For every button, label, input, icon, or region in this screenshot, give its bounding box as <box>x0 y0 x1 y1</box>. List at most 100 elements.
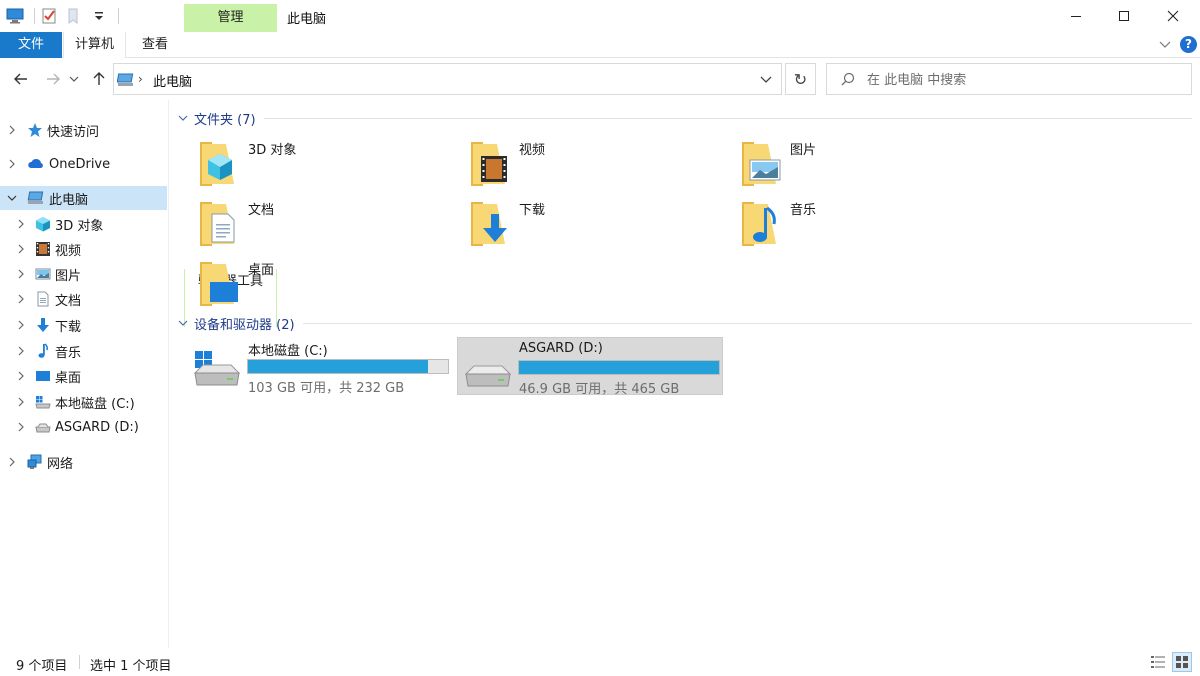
computer-icon <box>6 7 24 25</box>
drive-tile-d[interactable]: ASGARD (D:) 46.9 GB 可用，共 465 GB <box>457 337 723 397</box>
chevron-right-icon[interactable] <box>15 421 27 433</box>
sidebar-item-onedrive[interactable]: OneDrive <box>0 152 167 176</box>
drive-usage-fill <box>519 361 719 374</box>
maximize-button[interactable] <box>1101 0 1147 32</box>
tab-file[interactable]: 文件 <box>0 32 62 58</box>
system-drive-icon <box>191 351 243 387</box>
drive-name: ASGARD (D:) <box>519 341 603 356</box>
toolbar-divider <box>118 8 119 24</box>
group-header-drives[interactable]: 设备和驱动器 (2) <box>178 313 1192 333</box>
chevron-right-icon[interactable] <box>6 124 18 136</box>
film-icon <box>35 241 51 257</box>
window-title: 此电脑 <box>287 12 327 27</box>
address-history-button[interactable] <box>759 72 773 90</box>
sidebar-item-network[interactable]: 网络 <box>0 450 167 474</box>
chevron-right-icon[interactable] <box>15 293 27 305</box>
chevron-right-icon[interactable] <box>6 456 18 468</box>
folder-videos-icon <box>469 140 513 188</box>
navigation-pane: 快速访问 OneDrive 此电脑 3D 对象 视频 图片 文档 下载 音乐 桌… <box>0 100 169 648</box>
sidebar-item-videos[interactable]: 视频 <box>0 237 167 261</box>
chevron-down-icon[interactable] <box>178 316 192 331</box>
sidebar-item-music[interactable]: 音乐 <box>0 339 167 363</box>
sidebar-item-downloads[interactable]: 下载 <box>0 313 167 337</box>
sidebar-item-label: 视频 <box>55 243 82 259</box>
chevron-down-icon <box>69 76 79 82</box>
sidebar-item-documents[interactable]: 文档 <box>0 287 167 311</box>
arrow-left-icon <box>14 73 27 85</box>
chevron-down-icon <box>760 76 772 83</box>
drive-free-space: 103 GB 可用，共 232 GB <box>248 381 405 396</box>
expand-ribbon-button[interactable] <box>1158 38 1172 52</box>
recent-locations-button[interactable] <box>67 68 81 90</box>
network-icon <box>27 454 43 470</box>
selected-count: 选中 1 个项目 <box>90 659 172 674</box>
chevron-right-icon[interactable] <box>15 370 27 382</box>
folder-name: 视频 <box>519 143 546 158</box>
folder-tile-desktop[interactable]: 桌面 <box>198 256 274 312</box>
chevron-down-icon[interactable] <box>178 111 192 126</box>
minimize-icon <box>1071 16 1081 17</box>
chevron-right-icon[interactable] <box>6 158 18 170</box>
folder-name: 桌面 <box>248 263 275 278</box>
tab-view[interactable]: 查看 <box>131 32 179 58</box>
item-count: 9 个项目 <box>16 659 68 674</box>
folder-documents-icon <box>198 200 242 248</box>
chevron-right-icon[interactable] <box>15 319 27 331</box>
close-icon <box>1167 10 1179 22</box>
folder-name: 下载 <box>519 203 546 218</box>
search-input[interactable] <box>867 70 1177 90</box>
sidebar-item-this-pc[interactable]: 此电脑 <box>0 186 167 210</box>
minimize-button[interactable] <box>1053 0 1099 32</box>
sidebar-item-drive-c[interactable]: 本地磁盘 (C:) <box>0 390 167 414</box>
hard-drive-icon <box>35 419 51 435</box>
maximize-icon <box>1119 11 1129 21</box>
folder-tile-videos[interactable]: 视频 <box>469 136 545 192</box>
drive-free-space: 46.9 GB 可用，共 465 GB <box>519 382 680 397</box>
tiles-view-button[interactable] <box>1172 652 1192 672</box>
help-button[interactable]: ? <box>1180 36 1197 53</box>
drive-usage-fill <box>248 360 428 373</box>
breadcrumb[interactable]: 此电脑 <box>153 71 192 90</box>
properties-icon[interactable] <box>40 7 58 25</box>
navigation-bar: › 此电脑 ↻ <box>0 58 1200 100</box>
sidebar-item-quick-access[interactable]: 快速访问 <box>0 118 167 142</box>
folder-tile-downloads[interactable]: 下载 <box>469 196 545 252</box>
address-bar[interactable]: › 此电脑 <box>113 63 782 95</box>
sidebar-item-pictures[interactable]: 图片 <box>0 262 167 286</box>
chevron-right-icon[interactable] <box>15 218 27 230</box>
sidebar-item-drive-d[interactable]: ASGARD (D:) <box>0 415 167 439</box>
chevron-right-icon[interactable] <box>15 345 27 357</box>
tiles-view-icon <box>1176 656 1188 668</box>
up-button[interactable] <box>88 68 110 90</box>
sidebar-item-3d-objects[interactable]: 3D 对象 <box>0 212 167 236</box>
content-pane: 文件夹 (7) 3D 对象 视频 图片 文档 下载 音乐 桌面 设备和驱动器 (… <box>170 100 1200 648</box>
back-button[interactable] <box>10 68 32 90</box>
chevron-right-icon[interactable] <box>15 268 27 280</box>
close-button[interactable] <box>1150 0 1196 32</box>
new-folder-icon[interactable] <box>65 7 83 25</box>
arrow-right-icon <box>47 73 60 85</box>
forward-button[interactable] <box>42 68 64 90</box>
refresh-button[interactable]: ↻ <box>785 63 816 95</box>
sidebar-item-desktop[interactable]: 桌面 <box>0 364 167 388</box>
ribbon-tabs: 文件 计算机 查看 驱动器工具 ? <box>0 32 1200 327</box>
sidebar-item-label: 音乐 <box>55 345 82 361</box>
tab-computer[interactable]: 计算机 <box>63 32 126 58</box>
details-view-icon <box>1151 656 1165 668</box>
search-box[interactable] <box>826 63 1192 95</box>
folder-tile-3d-objects[interactable]: 3D 对象 <box>198 136 296 192</box>
chevron-right-icon[interactable] <box>15 396 27 408</box>
folder-name: 音乐 <box>790 203 817 218</box>
chevron-down-icon[interactable] <box>6 192 18 204</box>
details-view-button[interactable] <box>1150 654 1166 670</box>
status-divider <box>79 655 80 669</box>
drive-tile-c[interactable]: 本地磁盘 (C:) 103 GB 可用，共 232 GB <box>187 337 453 396</box>
group-divider <box>302 322 1192 324</box>
folder-tile-pictures[interactable]: 图片 <box>740 136 816 192</box>
folder-tile-documents[interactable]: 文档 <box>198 196 274 252</box>
folder-tile-music[interactable]: 音乐 <box>740 196 816 252</box>
chevron-right-icon[interactable] <box>15 243 27 255</box>
customize-toolbar-icon[interactable] <box>90 7 108 25</box>
chevron-down-icon <box>1159 41 1171 48</box>
group-header-folders[interactable]: 文件夹 (7) <box>178 108 1192 128</box>
